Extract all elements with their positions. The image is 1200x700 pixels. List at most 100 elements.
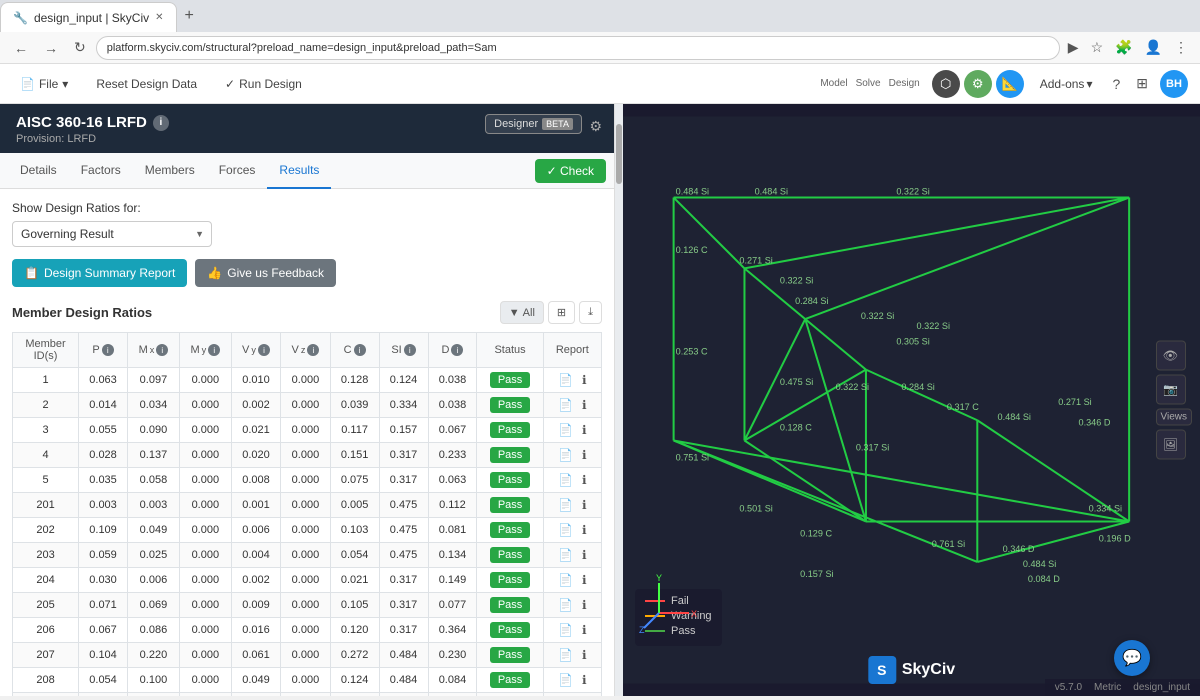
tab-details[interactable]: Details <box>8 153 69 189</box>
tab-close-button[interactable]: ✕ <box>155 12 163 23</box>
si-info-icon[interactable]: i <box>404 344 416 356</box>
d-info-icon[interactable]: i <box>451 344 463 356</box>
solve-icon[interactable]: ⚙ <box>964 70 992 98</box>
design-label: Design <box>889 78 920 89</box>
report-info-button[interactable]: ℹ <box>579 622 590 638</box>
table-cell: 205 <box>13 593 79 618</box>
mx-info-icon[interactable]: i <box>156 344 168 356</box>
report-doc-button[interactable]: 📄 <box>555 622 576 638</box>
extension-button[interactable]: 🧩 <box>1111 37 1136 58</box>
settings-button[interactable]: ⚙ <box>585 114 606 139</box>
table-cell: 0.475 <box>379 543 428 568</box>
avatar[interactable]: BH <box>1160 70 1188 98</box>
status-badge: Pass <box>490 472 530 488</box>
report-doc-button[interactable]: 📄 <box>555 522 576 538</box>
report-info-button[interactable]: ℹ <box>579 497 590 513</box>
table-cell: 0.000 <box>179 418 231 443</box>
tab-factors[interactable]: Factors <box>69 153 133 189</box>
tab-bar: 🔧 design_input | SkyCiv ✕ + <box>0 0 1200 32</box>
active-tab[interactable]: 🔧 design_input | SkyCiv ✕ <box>0 2 177 32</box>
p-info-icon[interactable]: i <box>102 344 114 356</box>
camera-button[interactable]: 📷 <box>1156 375 1186 405</box>
reset-design-button[interactable]: Reset Design Data <box>88 73 205 95</box>
table-cell: 208 <box>13 668 79 693</box>
apps-button[interactable]: ⊞ <box>1132 71 1152 96</box>
report-info-button[interactable]: ℹ <box>579 447 590 463</box>
run-design-button[interactable]: ✓ Run Design <box>217 73 310 95</box>
report-info-button[interactable]: ℹ <box>579 422 590 438</box>
eye-button[interactable]: 👁 <box>1156 341 1186 371</box>
report-doc-button[interactable]: 📄 <box>555 472 576 488</box>
report-info-button[interactable]: ℹ <box>579 372 590 388</box>
vy-info-icon[interactable]: i <box>258 344 270 356</box>
my-info-icon[interactable]: i <box>208 344 220 356</box>
new-tab-button[interactable]: + <box>177 7 202 25</box>
tab-members[interactable]: Members <box>133 153 207 189</box>
design-icon[interactable]: 📐 <box>996 70 1024 98</box>
report-doc-button[interactable]: 📄 <box>555 372 576 388</box>
action-buttons: 📋 Design Summary Report 👍 Give us Feedba… <box>12 259 602 287</box>
report-info-button[interactable]: ℹ <box>579 572 590 588</box>
report-doc-button[interactable]: 📄 <box>555 547 576 563</box>
scrollbar-thumb[interactable] <box>616 124 622 184</box>
columns-button[interactable]: ⊞ <box>548 301 575 324</box>
report-info-button[interactable]: ℹ <box>579 647 590 663</box>
model-icon[interactable]: ⬡ <box>932 70 960 98</box>
report-doc-button[interactable]: 📄 <box>555 497 576 513</box>
col-vy: Vy i <box>231 333 280 368</box>
governing-result-select[interactable]: Governing Result <box>12 221 212 247</box>
report-info-button[interactable]: ℹ <box>579 397 590 413</box>
report-info-button[interactable]: ℹ <box>579 547 590 563</box>
address-bar[interactable] <box>96 36 1060 60</box>
export-button[interactable]: ⤓ <box>579 301 602 324</box>
table-cell: 0.025 <box>128 543 180 568</box>
help-button[interactable]: ? <box>1108 72 1124 96</box>
forward-button[interactable]: → <box>38 36 64 60</box>
table-cell: 209 <box>13 693 79 697</box>
table-cell: 0.000 <box>179 593 231 618</box>
report-doc-button[interactable]: 📄 <box>555 397 576 413</box>
report-doc-button[interactable]: 📄 <box>555 422 576 438</box>
menu-button[interactable]: ⋮ <box>1170 37 1192 58</box>
check-button[interactable]: ✓ Check <box>535 159 606 183</box>
bookmark-star-button[interactable]: ☆ <box>1087 37 1108 58</box>
report-doc-button[interactable]: 📄 <box>555 447 576 463</box>
title-info-icon[interactable]: i <box>153 115 169 131</box>
tab-forces[interactable]: Forces <box>207 153 268 189</box>
report-info-button[interactable]: ℹ <box>579 472 590 488</box>
chat-button[interactable]: 💬 <box>1114 640 1150 676</box>
back-button[interactable]: ← <box>8 36 34 60</box>
report-info-button[interactable]: ℹ <box>579 597 590 613</box>
tab-results[interactable]: Results <box>267 153 331 189</box>
table-cell: 0.151 <box>330 443 379 468</box>
panel-scrollbar[interactable] <box>615 104 623 696</box>
report-doc-button[interactable]: 📄 <box>555 647 576 663</box>
report-cell: 📄ℹ <box>543 693 601 697</box>
file-menu-button[interactable]: 📄 File ▾ <box>12 73 76 95</box>
table-cell: 0.000 <box>179 518 231 543</box>
show-ratios-label: Show Design Ratios for: <box>12 201 602 215</box>
table-cell: 0.081 <box>428 518 477 543</box>
views-button[interactable]: Views <box>1156 409 1193 426</box>
report-info-button[interactable]: ℹ <box>579 522 590 538</box>
designer-badge[interactable]: Designer BETA <box>485 114 582 134</box>
profile-button[interactable]: 👤 <box>1141 37 1166 58</box>
all-filter-button[interactable]: ▼ All <box>500 301 544 324</box>
report-info-button[interactable]: ℹ <box>579 672 590 688</box>
feedback-button[interactable]: 👍 Give us Feedback <box>195 259 336 287</box>
table-cell: 0.124 <box>330 668 379 693</box>
svg-text:0.126 C: 0.126 C <box>676 245 708 255</box>
cast-button[interactable]: ▶ <box>1064 37 1083 58</box>
vz-info-icon[interactable]: i <box>307 344 319 356</box>
image-button[interactable]: 🖼 <box>1156 430 1186 460</box>
design-summary-button[interactable]: 📋 Design Summary Report <box>12 259 187 287</box>
report-doc-button[interactable]: 📄 <box>555 572 576 588</box>
c-info-icon[interactable]: i <box>354 344 366 356</box>
governing-result-wrapper: Governing Result <box>12 221 212 247</box>
table-cell: 0.000 <box>179 543 231 568</box>
report-doc-button[interactable]: 📄 <box>555 597 576 613</box>
report-doc-button[interactable]: 📄 <box>555 672 576 688</box>
report-cell: 📄ℹ <box>543 468 601 493</box>
refresh-button[interactable]: ↻ <box>68 35 92 60</box>
addons-button[interactable]: Add-ons ▾ <box>1032 73 1101 95</box>
